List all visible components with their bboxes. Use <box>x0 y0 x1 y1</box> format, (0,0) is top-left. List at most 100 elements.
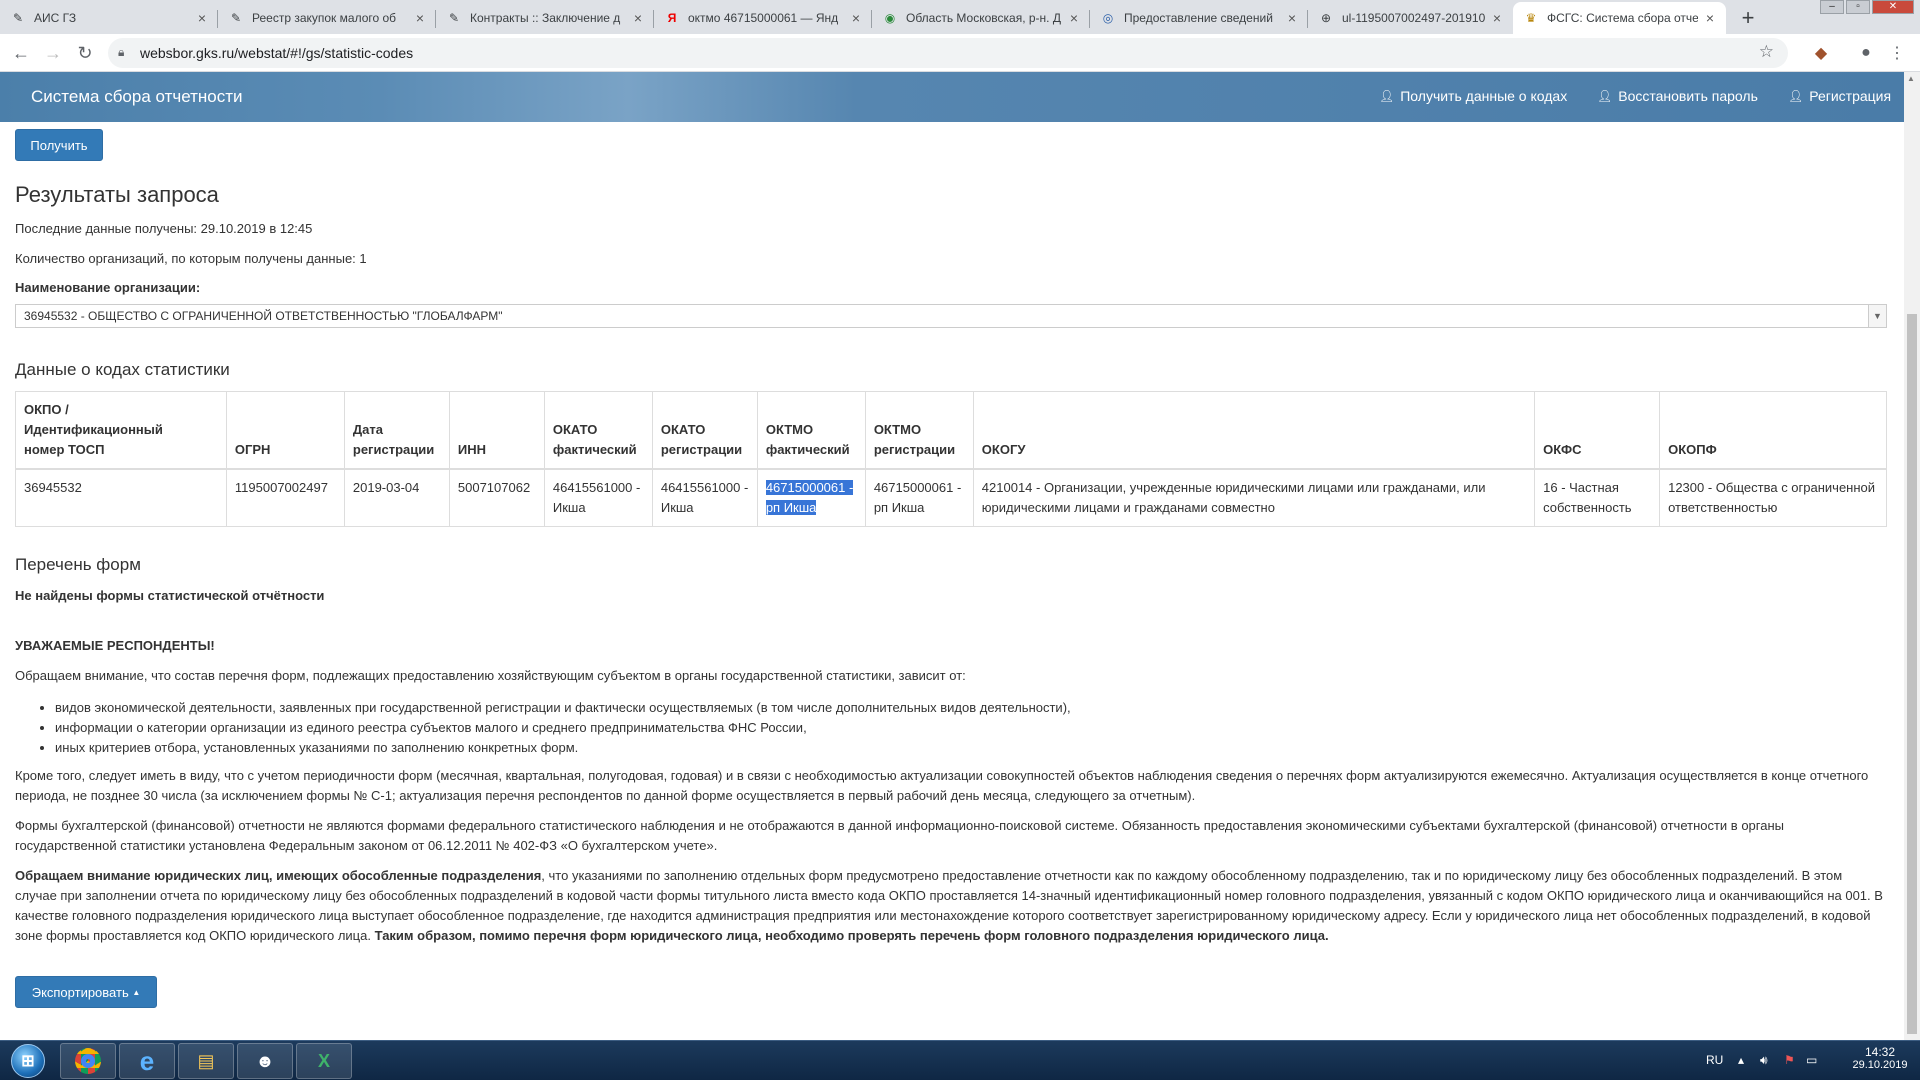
cell-reg-date: 2019-03-04 <box>343 468 450 527</box>
list-item: информации о категории организации из ед… <box>55 718 1071 738</box>
extension-icon[interactable]: ◆ <box>1810 42 1832 64</box>
codes-table: ОКПО / Идентификационный номер ТОСП ОГРН Д… <box>15 391 1887 527</box>
site-brand[interactable]: Система сбора отчетности <box>31 87 243 107</box>
clock[interactable]: 14:32 29.10.2019 <box>1850 1045 1910 1071</box>
gov-icon: ◎ <box>1102 11 1114 25</box>
nav-register[interactable]: 👤︎ Регистрация <box>1788 88 1891 104</box>
column-header: ОКОГУ <box>972 391 1536 470</box>
close-icon[interactable]: × <box>194 10 210 26</box>
nav-label: Регистрация <box>1809 88 1892 104</box>
browser-tab-active[interactable]: ♛ ФСГС: Система сбора отче × <box>1513 2 1726 34</box>
tab-title: Область Московская, р-н. Д <box>906 11 1061 25</box>
column-header: ОКФС <box>1534 391 1661 470</box>
notice-intro: Обращаем внимание, что состав перечня фо… <box>15 668 966 683</box>
para-accounting: Формы бухгалтерской (финансовой) отчетно… <box>15 818 1784 853</box>
yandex-icon: Я <box>667 11 677 25</box>
tab-title: Контракты :: Заключение д <box>470 11 621 25</box>
windows-taskbar: ⊞ e ▤ ☻ X RU ▴ 🔊︎ ⚑ ▭ 14:32 29.10.2019 <box>0 1040 1920 1080</box>
ie-icon[interactable]: e <box>119 1043 175 1079</box>
browser-tab[interactable]: Я октмо 46715000061 — Янд × <box>654 2 872 34</box>
browser-tab[interactable]: ✎ Реестр закупок малого об × <box>218 2 436 34</box>
get-button[interactable]: Получить <box>15 129 103 161</box>
reload-icon[interactable]: ↻ <box>72 40 98 66</box>
org-label: Наименование организации: <box>15 280 201 295</box>
close-icon[interactable]: × <box>848 10 864 26</box>
page-scrollbar[interactable]: ▲ <box>1904 72 1920 1040</box>
url-text: websbor.gks.ru/webstat/#!/gs/statistic-c… <box>140 45 414 61</box>
para-periodicity: Кроме того, следует иметь в виду, что с … <box>15 768 1869 803</box>
close-icon[interactable]: × <box>1702 10 1718 26</box>
start-button[interactable]: ⊞ <box>2 1042 54 1080</box>
export-button[interactable]: Экспортировать ▲ <box>15 976 157 1008</box>
language-indicator[interactable]: RU <box>1706 1053 1723 1067</box>
network-icon[interactable]: ⚑ <box>1784 1053 1795 1067</box>
close-icon[interactable]: × <box>1489 10 1505 26</box>
close-window-icon[interactable]: ✕ <box>1872 0 1914 14</box>
browser-tab[interactable]: ◎ Предоставление сведений × <box>1090 2 1308 34</box>
maximize-icon[interactable]: ▫ <box>1846 0 1870 14</box>
table-row: 36945532 1195007002497 2019-03-04 500710… <box>15 468 1887 527</box>
nav-get-codes[interactable]: 👤︎ Получить данные о кодах <box>1379 88 1567 104</box>
browser-tab[interactable]: ⊕ ul-1195007002497-2019102 × <box>1308 2 1513 34</box>
close-icon[interactable]: × <box>1284 10 1300 26</box>
volume-icon[interactable]: 🔊︎ <box>1760 1053 1768 1068</box>
browser-tab[interactable]: ✎ Контракты :: Заключение д × <box>436 2 654 34</box>
scrollbar-thumb[interactable] <box>1907 314 1917 1034</box>
notice-title: УВАЖАЕМЫЕ РЕСПОНДЕНТЫ! <box>15 638 215 653</box>
new-tab-button[interactable]: + <box>1734 5 1762 31</box>
windows-logo-icon: ⊞ <box>11 1044 45 1078</box>
menu-icon[interactable]: ⋮ <box>1886 42 1908 64</box>
close-icon[interactable]: × <box>630 10 646 26</box>
chrome-icon[interactable] <box>60 1043 116 1079</box>
tab-title: Реестр закупок малого об <box>252 11 397 25</box>
criteria-list: видов экономической деятельности, заявле… <box>55 698 1071 758</box>
close-icon[interactable]: × <box>412 10 428 26</box>
lock-icon: 🔒︎ <box>118 45 125 59</box>
forward-icon[interactable]: → <box>40 40 66 66</box>
column-header: ОКТМО фактический <box>756 391 866 470</box>
list-item: иных критериев отбора, установленных ука… <box>55 738 1071 758</box>
address-bar[interactable]: 🔒︎ websbor.gks.ru/webstat/#!/gs/statisti… <box>108 38 1788 68</box>
back-icon[interactable]: ← <box>8 40 34 66</box>
cell-inn: 5007107062 <box>448 468 545 527</box>
excel-icon[interactable]: X <box>296 1043 352 1079</box>
tab-title: Предоставление сведений <box>1124 11 1273 25</box>
app-icon[interactable]: ☻ <box>237 1043 293 1079</box>
browser-tab[interactable]: ◉ Область Московская, р-н. Д × <box>872 2 1090 34</box>
org-count-text: Количество организаций, по которым получ… <box>15 251 367 266</box>
chevron-down-icon: ▼ <box>1868 305 1886 327</box>
column-header: ОКАТО регистрации <box>651 391 758 470</box>
clock-time: 14:32 <box>1864 1045 1896 1059</box>
user-icon: 👤︎ <box>1597 89 1613 103</box>
table-header-row: ОКПО / Идентификационный номер ТОСП ОГРН Д… <box>15 391 1887 470</box>
minimize-icon[interactable]: – <box>1820 0 1844 14</box>
bold-text: Обращаем внимание юридических лиц, имеющ… <box>15 868 542 883</box>
bookmark-star-icon[interactable]: ☆ <box>1759 42 1774 62</box>
list-item: видов экономической деятельности, заявле… <box>55 698 1071 718</box>
column-header: Дата регистрации <box>343 391 450 470</box>
page-content: Система сбора отчетности 👤︎ Получить дан… <box>0 72 1920 1040</box>
explorer-icon[interactable]: ▤ <box>178 1043 234 1079</box>
column-header: ОКПО / Идентификационный номер ТОСП <box>15 391 227 470</box>
action-center-icon[interactable]: ▭ <box>1806 1053 1817 1067</box>
close-icon[interactable]: × <box>1066 10 1082 26</box>
org-select[interactable]: 36945532 - ОБЩЕСТВО С ОГРАНИЧЕННОЙ ОТВЕТ… <box>15 304 1887 328</box>
nav-restore-password[interactable]: 👤︎ Восстановить пароль <box>1597 88 1758 104</box>
tab-title: АИС ГЗ <box>34 11 77 25</box>
site-navbar: Система сбора отчетности 👤︎ Получить дан… <box>0 72 1904 122</box>
cell-okogu: 4210014 - Организации, учрежденные юриди… <box>972 468 1536 527</box>
results-title: Результаты запроса <box>15 182 219 207</box>
browser-tab[interactable]: ✎ АИС ГЗ × <box>0 2 218 34</box>
tray-expand-icon[interactable]: ▴ <box>1738 1053 1744 1067</box>
para-branches: Обращаем внимание юридических лиц, имеющ… <box>15 866 1885 946</box>
cell-okato-actual: 46415561000 - Икша <box>543 468 653 527</box>
scroll-up-icon[interactable]: ▲ <box>1907 74 1915 83</box>
pencil-icon: ✎ <box>12 11 24 25</box>
nav-label: Восстановить пароль <box>1618 88 1758 104</box>
profile-icon[interactable]: ● <box>1855 42 1877 64</box>
pencil-icon: ✎ <box>230 11 242 25</box>
tab-title: ФСГС: Система сбора отче <box>1547 11 1698 25</box>
globe-icon: ⊕ <box>1320 11 1332 25</box>
selected-text: 46715000061 - рп Икша <box>765 480 854 515</box>
caret-down-icon: ▲ <box>132 987 141 997</box>
